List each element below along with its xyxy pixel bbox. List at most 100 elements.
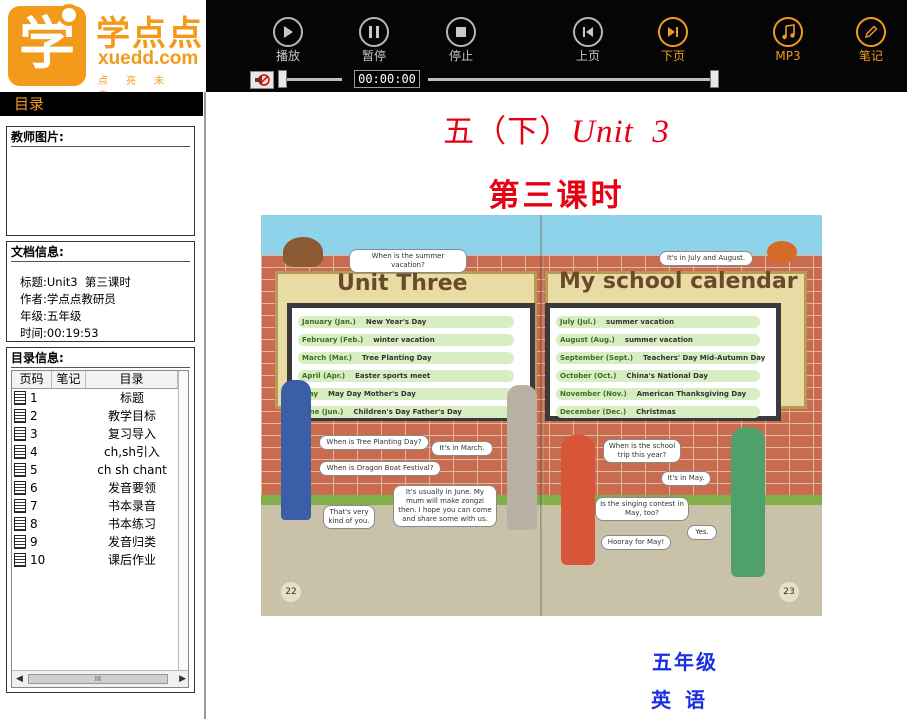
prev-page-label: 上页 bbox=[575, 49, 600, 63]
toc-row[interactable]: 9 发音归类 bbox=[12, 533, 188, 551]
toc-horizontal-scrollbar[interactable]: ◀ III ▶ bbox=[12, 670, 188, 687]
toc-page-number: 8 bbox=[30, 517, 38, 531]
seek-track[interactable] bbox=[428, 78, 718, 81]
next-page-button[interactable]: 下页 bbox=[649, 17, 697, 63]
speech-bubble: When is the summer vacation? bbox=[349, 249, 467, 273]
sidebar-header: 目录 bbox=[0, 92, 203, 116]
play-button[interactable]: 播放 bbox=[264, 17, 312, 63]
toc-note-cell bbox=[52, 407, 86, 425]
squirrel-icon bbox=[767, 241, 797, 263]
month-events: Easter sports meet bbox=[355, 372, 431, 380]
volume-track[interactable] bbox=[282, 78, 342, 81]
speech-bubble: That's very kind of you. bbox=[323, 505, 375, 529]
toc-title-cell: ch,sh引入 bbox=[104, 445, 160, 459]
stop-label: 停止 bbox=[448, 49, 473, 63]
toc-title-cell: 发音归类 bbox=[107, 535, 156, 549]
toc-row[interactable]: 3 复习导入 bbox=[12, 425, 188, 443]
toc-row[interactable]: 7 书本录音 bbox=[12, 497, 188, 515]
toc-page-number: 10 bbox=[30, 553, 46, 567]
month-name: February (Feb.) bbox=[302, 336, 364, 344]
scroll-right-arrow-icon[interactable]: ▶ bbox=[179, 674, 186, 684]
doc-time-value: 00:19:53 bbox=[46, 326, 99, 340]
toc-vertical-scrollbar[interactable] bbox=[178, 371, 188, 671]
toc-page-cell: 10 bbox=[12, 551, 52, 569]
toc-page-cell: 5 bbox=[12, 461, 52, 479]
toc-row[interactable]: 5 ch sh chant bbox=[12, 461, 188, 479]
mp3-button[interactable]: MP3 bbox=[764, 17, 812, 63]
toc-title-cell: ch sh chant bbox=[97, 463, 167, 477]
document-icon bbox=[14, 445, 26, 459]
toc-row[interactable]: 10 课后作业 bbox=[12, 551, 188, 569]
stop-button[interactable]: 停止 bbox=[437, 17, 485, 63]
toc-row[interactable]: 1 标题 bbox=[12, 389, 188, 407]
toc-page-cell: 6 bbox=[12, 479, 52, 497]
boy-figure bbox=[281, 380, 311, 520]
month-events: Teachers' Day Mid-Autumn Day bbox=[643, 354, 766, 362]
grade-label: 五年级 bbox=[652, 650, 718, 674]
toc-note-cell bbox=[52, 551, 86, 569]
volume-slider-handle[interactable] bbox=[278, 70, 287, 88]
toc-col-page[interactable]: 页码 bbox=[12, 371, 52, 388]
month-events: summer vacation bbox=[606, 318, 675, 326]
notes-button[interactable]: 笔记 bbox=[847, 17, 895, 63]
month-events: Children's Day Father's Day bbox=[353, 408, 462, 416]
document-icon bbox=[14, 481, 26, 495]
title-unit: Unit 3 bbox=[571, 114, 670, 150]
bear-icon bbox=[283, 237, 323, 267]
toc-note-cell bbox=[52, 425, 86, 443]
scroll-left-arrow-icon[interactable]: ◀ bbox=[16, 674, 23, 684]
pause-button[interactable]: 暂停 bbox=[350, 17, 398, 63]
speech-bubble: It's in May. bbox=[661, 471, 711, 486]
pause-label: 暂停 bbox=[361, 49, 386, 63]
page-title: 五（下）Unit 3 bbox=[206, 106, 907, 151]
toc-row[interactable]: 4 ch,sh引入 bbox=[12, 443, 188, 461]
prev-page-icon bbox=[573, 17, 603, 47]
seek-slider-handle[interactable] bbox=[710, 70, 719, 88]
toc-page-number: 9 bbox=[30, 535, 38, 549]
toc-page-cell: 1 bbox=[12, 389, 52, 407]
toc-row[interactable]: 6 发音要领 bbox=[12, 479, 188, 497]
textbook-illustration: Unit Three My school calendar January (J… bbox=[261, 215, 822, 616]
toc-col-title[interactable]: 目录 bbox=[86, 371, 178, 388]
toc-page-cell: 3 bbox=[12, 425, 52, 443]
time-display: 00:00:00 bbox=[354, 70, 420, 88]
toc-page-number: 4 bbox=[30, 445, 38, 459]
logo-url: xuedd.com bbox=[98, 48, 199, 69]
player-toolbar: 播放 暂停 停止 上页 下页 MP3 笔记 00:00:00 bbox=[206, 0, 907, 92]
toc-title-cell: 标题 bbox=[119, 391, 144, 405]
doc-author-value: 学点点教研员 bbox=[46, 292, 116, 306]
title-prefix: 五（下） bbox=[443, 114, 572, 150]
mute-toggle[interactable] bbox=[250, 71, 274, 89]
speech-bubble: It's usually in June. My mum will make z… bbox=[393, 485, 497, 527]
toc-page-cell: 2 bbox=[12, 407, 52, 425]
page-number-left: 22 bbox=[281, 582, 301, 602]
toc-col-note[interactable]: 笔记 bbox=[52, 371, 86, 388]
left-board-heading: Unit Three bbox=[337, 271, 468, 296]
document-icon bbox=[14, 553, 26, 567]
calendar-month-row: March (Mar.) Tree Planting Day bbox=[298, 352, 514, 364]
document-icon bbox=[14, 499, 26, 513]
doc-time-line: 时间:00:19:53 bbox=[20, 325, 194, 342]
calendar-month-row: January (Jan.) New Year's Day bbox=[298, 316, 514, 328]
month-events: American Thanksgiving Day bbox=[636, 390, 747, 398]
toc-page-number: 5 bbox=[30, 463, 38, 477]
doc-author-label: 作者: bbox=[20, 292, 47, 306]
toc-title-cell: 书本练习 bbox=[107, 517, 156, 531]
page-number-right: 23 bbox=[779, 582, 799, 602]
month-name: April (Apr.) bbox=[302, 372, 346, 380]
toc-row[interactable]: 8 书本练习 bbox=[12, 515, 188, 533]
calendar-month-row: February (Feb.) winter vacation bbox=[298, 334, 514, 346]
month-events: Christmas bbox=[636, 408, 676, 416]
document-icon bbox=[14, 409, 26, 423]
toc-note-cell bbox=[52, 461, 86, 479]
hscroll-thumb[interactable]: III bbox=[28, 674, 168, 684]
month-name: September (Sept.) bbox=[560, 354, 634, 362]
doc-panel-title: 文档信息: bbox=[11, 245, 190, 262]
right-board-heading: My school calendar bbox=[559, 269, 798, 294]
toc-table: 页码 笔记 目录 1 标题 2 教学目标 3 复习导入 4 ch,sh引入 5 ch sh cha… bbox=[11, 370, 189, 688]
prev-page-button[interactable]: 上页 bbox=[564, 17, 612, 63]
month-events: summer vacation bbox=[624, 336, 693, 344]
toc-row[interactable]: 2 教学目标 bbox=[12, 407, 188, 425]
toc-title-cell: 课后作业 bbox=[107, 553, 156, 567]
boy-figure-2 bbox=[507, 385, 537, 530]
